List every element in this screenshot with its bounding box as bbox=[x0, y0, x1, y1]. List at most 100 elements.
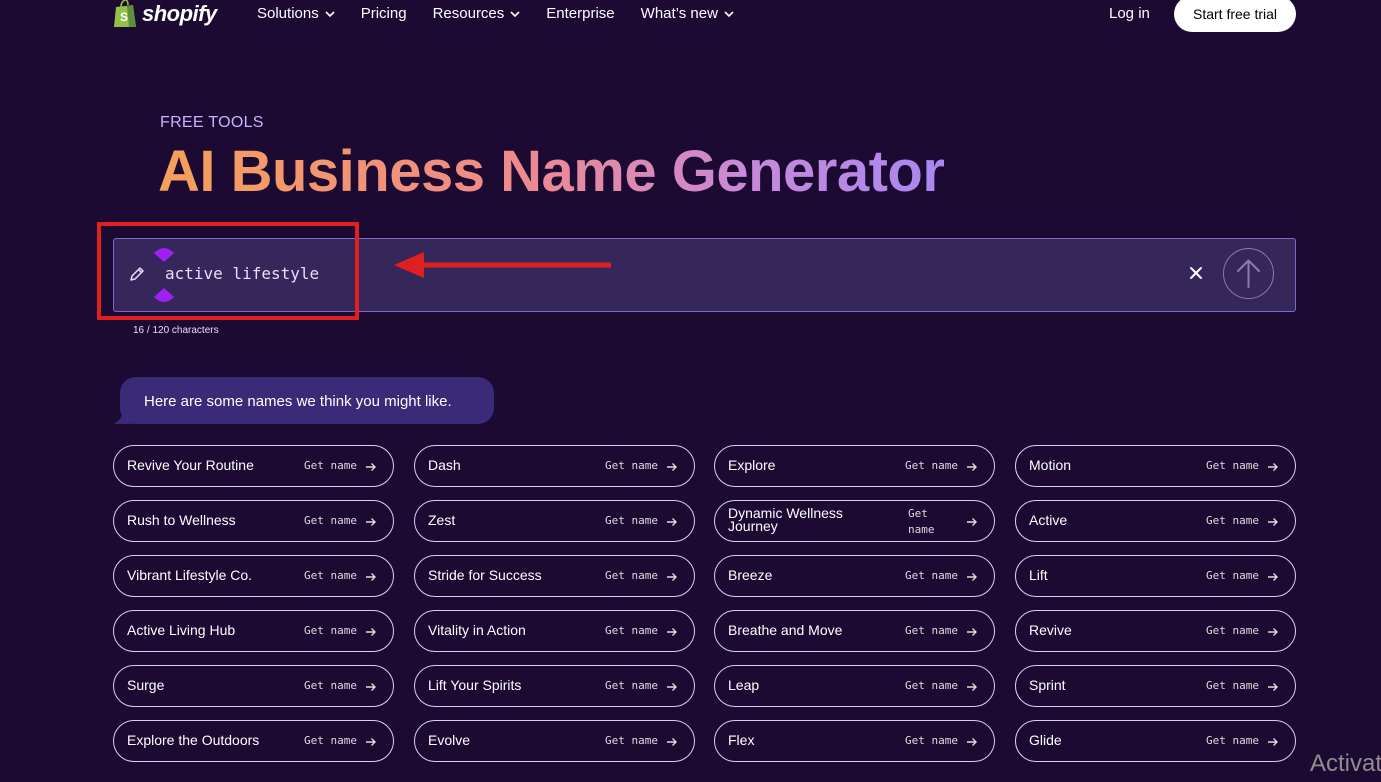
name-suggestion-card[interactable]: Surge Get name bbox=[113, 665, 394, 707]
get-name-link[interactable]: Get name bbox=[1206, 569, 1259, 582]
arrow-right-icon bbox=[1268, 738, 1278, 746]
name-suggestion-card[interactable]: Active Get name bbox=[1015, 500, 1296, 542]
page-title: AI Business Name Generator bbox=[158, 139, 945, 204]
get-name-link[interactable]: Get name bbox=[605, 679, 658, 692]
login-link[interactable]: Log in bbox=[1109, 5, 1150, 22]
name-suggestion-card[interactable]: Breathe and Move Get name bbox=[714, 610, 995, 652]
submit-button[interactable] bbox=[1223, 248, 1274, 299]
name-suggestion-card[interactable]: Stride for Success Get name bbox=[414, 555, 695, 597]
suggested-name: Breathe and Move bbox=[728, 622, 843, 638]
arrow-up-icon bbox=[1237, 259, 1260, 288]
suggested-name: Motion bbox=[1029, 457, 1072, 473]
name-suggestion-card[interactable]: Revive Your Routine Get name bbox=[113, 445, 394, 487]
name-suggestions-grid: Revive Your Routine Get name Rush to Welln… bbox=[113, 445, 1297, 765]
menu-solutions[interactable]: Solutions bbox=[257, 5, 335, 22]
name-suggestion-card[interactable]: Explore the Outdoors Get name bbox=[113, 720, 394, 762]
chevron-down-icon bbox=[325, 10, 335, 17]
menu-enterprise[interactable]: Enterprise bbox=[546, 5, 614, 22]
get-name-link[interactable]: Get name bbox=[605, 459, 658, 472]
name-suggestion-card[interactable]: Evolve Get name bbox=[414, 720, 695, 762]
get-name-link[interactable]: Get name bbox=[905, 459, 958, 472]
name-suggestion-card[interactable]: Leap Get name bbox=[714, 665, 995, 707]
get-name-link[interactable]: Get name bbox=[304, 624, 357, 637]
get-name-link[interactable]: Get name bbox=[1206, 624, 1259, 637]
menu-whats-new[interactable]: What’s new bbox=[641, 5, 734, 22]
text-cursor-bottom-icon bbox=[154, 288, 174, 302]
activation-watermark: Activat bbox=[1310, 750, 1381, 777]
get-name-link[interactable]: Get name bbox=[1206, 679, 1259, 692]
suggested-name: Active Living Hub bbox=[127, 622, 236, 638]
name-suggestion-card[interactable]: Revive Get name bbox=[1015, 610, 1296, 652]
name-suggestion-card[interactable]: Breeze Get name bbox=[714, 555, 995, 597]
get-name-link[interactable]: Get name bbox=[304, 514, 357, 527]
arrow-right-icon bbox=[1268, 518, 1278, 526]
get-name-link[interactable]: Get name bbox=[905, 679, 958, 692]
name-suggestion-card[interactable]: Sprint Get name bbox=[1015, 665, 1296, 707]
name-suggestion-card[interactable]: Explore Get name bbox=[714, 445, 995, 487]
name-suggestion-card[interactable]: Dynamic Wellness Journey Get name bbox=[714, 500, 995, 542]
get-name-link[interactable]: Get name bbox=[605, 624, 658, 637]
name-suggestion-card[interactable]: Vibrant Lifestyle Co. Get name bbox=[113, 555, 394, 597]
name-suggestion-card[interactable]: Motion Get name bbox=[1015, 445, 1296, 487]
top-navigation: S shopify Solutions Pricing Resources En… bbox=[0, 0, 1381, 32]
suggested-name: Stride for Success bbox=[428, 567, 542, 583]
menu-label: What’s new bbox=[640, 5, 718, 22]
arrow-right-icon bbox=[667, 683, 677, 691]
get-name-link[interactable]: Get name bbox=[304, 459, 357, 472]
menu-resources[interactable]: Resources bbox=[433, 5, 521, 22]
name-suggestion-card[interactable]: Lift Your Spirits Get name bbox=[414, 665, 695, 707]
close-icon[interactable] bbox=[1186, 263, 1206, 283]
get-name-link[interactable]: Get name bbox=[605, 514, 658, 527]
menu-label: Solutions bbox=[257, 5, 319, 22]
arrow-right-icon bbox=[667, 518, 677, 526]
menu-label: Enterprise bbox=[546, 5, 615, 22]
shopify-bag-icon: S bbox=[114, 0, 136, 27]
name-suggestion-card[interactable]: Glide Get name bbox=[1015, 720, 1296, 762]
pencil-icon bbox=[130, 267, 144, 281]
shopify-logo[interactable]: S shopify bbox=[112, 0, 217, 28]
chevron-down-icon bbox=[510, 10, 520, 17]
arrow-right-icon bbox=[967, 463, 977, 471]
arrow-right-icon bbox=[667, 738, 677, 746]
suggested-name: Explore bbox=[728, 457, 776, 473]
start-free-trial-button[interactable]: Start free trial bbox=[1174, 0, 1296, 32]
character-counter: 16 / 120 characters bbox=[133, 325, 219, 336]
suggested-name: Breeze bbox=[728, 567, 773, 583]
get-name-link[interactable]: Get name bbox=[304, 734, 357, 747]
get-name-link[interactable]: Get name bbox=[1206, 459, 1259, 472]
get-name-link[interactable]: Get name bbox=[304, 569, 357, 582]
name-suggestion-card[interactable]: Active Living Hub Get name bbox=[113, 610, 394, 652]
menu-pricing[interactable]: Pricing bbox=[361, 5, 407, 22]
get-name-link[interactable]: Get name bbox=[905, 734, 958, 747]
get-name-link[interactable]: Get name bbox=[1206, 514, 1259, 527]
svg-text:S: S bbox=[120, 10, 128, 24]
name-suggestion-card[interactable]: Vitality in Action Get name bbox=[414, 610, 695, 652]
arrow-right-icon bbox=[967, 738, 977, 746]
arrow-right-icon bbox=[366, 738, 376, 746]
name-suggestion-card[interactable]: Zest Get name bbox=[414, 500, 695, 542]
text-cursor-top-icon bbox=[154, 248, 174, 262]
name-suggestion-card[interactable]: Rush to Wellness Get name bbox=[113, 500, 394, 542]
get-name-link[interactable]: Get name bbox=[905, 624, 958, 637]
arrow-right-icon bbox=[1268, 463, 1278, 471]
arrow-right-icon bbox=[967, 683, 977, 691]
business-prompt-field[interactable]: active lifestyle bbox=[113, 238, 1296, 312]
get-name-link[interactable]: Get name bbox=[905, 569, 958, 582]
arrow-right-icon bbox=[366, 463, 376, 471]
suggested-name: Active bbox=[1029, 512, 1068, 528]
menu-label: Pricing bbox=[360, 5, 407, 22]
suggested-name: Flex bbox=[728, 732, 755, 748]
suggested-name: Surge bbox=[127, 677, 165, 693]
get-name-link[interactable]: Get name bbox=[908, 506, 948, 538]
get-name-link[interactable]: Get name bbox=[304, 679, 357, 692]
get-name-link[interactable]: Get name bbox=[605, 734, 658, 747]
arrow-right-icon bbox=[366, 628, 376, 636]
get-name-link[interactable]: Get name bbox=[605, 569, 658, 582]
name-suggestion-card[interactable]: Lift Get name bbox=[1015, 555, 1296, 597]
prompt-input-value[interactable]: active lifestyle bbox=[165, 264, 319, 283]
arrow-right-icon bbox=[366, 683, 376, 691]
name-suggestion-card[interactable]: Dash Get name bbox=[414, 445, 695, 487]
get-name-link[interactable]: Get name bbox=[1206, 734, 1259, 747]
name-suggestion-card[interactable]: Flex Get name bbox=[714, 720, 995, 762]
arrow-right-icon bbox=[967, 573, 977, 581]
